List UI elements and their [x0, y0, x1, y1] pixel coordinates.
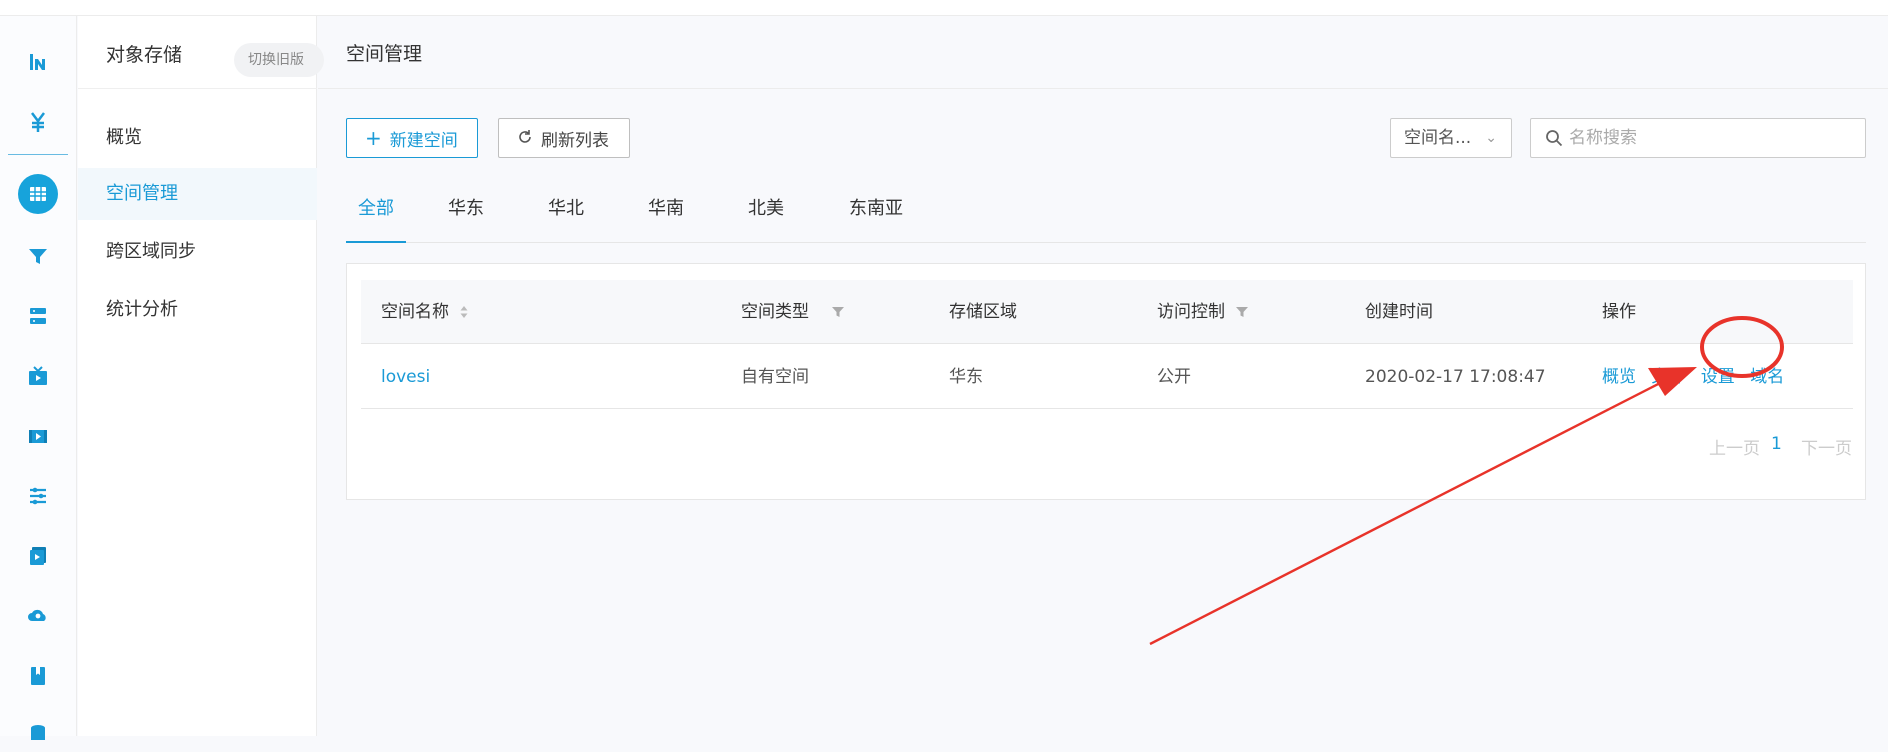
submenu-divider [78, 88, 317, 89]
bucket-name-link[interactable]: lovesi [381, 345, 430, 409]
bucket-table-card: 空间名称 空间类型 存储区域 访问控制 创建时间 操作 lovesi 自有空间 … [346, 263, 1866, 500]
column-header-type-label: 空间类型 [741, 302, 809, 322]
chevron-down-icon: ⌄ [1485, 130, 1497, 146]
search-box [1530, 118, 1866, 158]
column-header-type[interactable]: 空间类型 [741, 280, 845, 344]
logo-icon[interactable] [20, 44, 56, 80]
overview-action-link[interactable]: 概览 [1602, 367, 1636, 387]
column-header-region-label: 存储区域 [949, 302, 1017, 322]
page-title: 空间管理 [346, 43, 423, 65]
column-header-created: 创建时间 [1365, 280, 1433, 344]
sliders-icon[interactable] [20, 478, 56, 514]
plus-icon: + [365, 126, 382, 150]
filter-icon[interactable] [1235, 305, 1249, 319]
play-file-icon[interactable] [20, 538, 56, 574]
filter-icon[interactable] [831, 305, 845, 319]
prev-page-button[interactable]: 上一页 [1709, 434, 1760, 459]
settings-action-link[interactable]: 设置 [1701, 367, 1735, 387]
sidebar-item-overview[interactable]: 概览 [78, 112, 317, 164]
column-header-actions-label: 操作 [1602, 302, 1636, 322]
cloud-user-icon[interactable] [20, 598, 56, 634]
database-icon[interactable] [20, 716, 56, 752]
search-field-select-value: 空间名... [1404, 128, 1472, 148]
refresh-icon [517, 128, 533, 148]
column-header-created-label: 创建时间 [1365, 302, 1433, 322]
column-header-region: 存储区域 [949, 280, 1017, 344]
tv-icon[interactable] [20, 358, 56, 394]
search-field-select[interactable]: 空间名... ⌄ [1390, 118, 1512, 158]
tab-north-china[interactable]: 华北 [546, 188, 586, 243]
new-bucket-label: 新建空间 [389, 130, 458, 151]
main-content: 空间管理 + 新建空间 刷新列表 空间名... ⌄ 全部 华东 华北 华南 北美… [318, 16, 1888, 736]
bucket-access-cell: 公开 [1157, 367, 1191, 387]
submenu-panel: 对象存储 切换旧版 概览 空间管理 跨区域同步 统计分析 [78, 16, 324, 736]
sidebar-item-cross-region-sync[interactable]: 跨区域同步 [78, 226, 317, 278]
next-page-button[interactable]: 下一页 [1801, 434, 1852, 459]
column-header-actions: 操作 [1602, 280, 1636, 344]
column-header-name[interactable]: 空间名称 [381, 280, 469, 344]
tab-southeast-asia[interactable]: 东南亚 [846, 188, 906, 243]
sidebar-item-statistics[interactable]: 统计分析 [78, 284, 317, 336]
bookmark-icon[interactable] [20, 658, 56, 694]
funnel-icon[interactable] [20, 238, 56, 274]
sidebar-item-bucket-management[interactable]: 空间管理 [78, 168, 317, 220]
icon-rail [0, 16, 77, 740]
sort-icon[interactable] [459, 305, 469, 319]
column-header-name-label: 空间名称 [381, 302, 449, 322]
video-icon[interactable] [20, 418, 56, 454]
bucket-created-cell: 2020-02-17 17:08:47 [1365, 367, 1546, 387]
search-input[interactable] [1569, 128, 1859, 148]
yuan-icon[interactable] [20, 104, 56, 140]
bucket-type-cell: 自有空间 [741, 367, 809, 387]
tab-south-china[interactable]: 华南 [646, 188, 686, 243]
domain-action-link[interactable]: 域名 [1750, 367, 1784, 387]
new-bucket-button[interactable]: + 新建空间 [346, 118, 478, 158]
table-row: lovesi 自有空间 华东 公开 2020-02-17 17:08:47 概览… [361, 345, 1853, 409]
tab-north-america[interactable]: 北美 [746, 188, 786, 243]
storage-icon[interactable] [18, 174, 58, 214]
server-icon[interactable] [20, 298, 56, 334]
switch-old-version-button[interactable]: 切换旧版 [234, 43, 324, 77]
table-header: 空间名称 空间类型 存储区域 访问控制 创建时间 操作 [361, 280, 1853, 344]
column-header-access-label: 访问控制 [1157, 302, 1225, 322]
search-icon [1546, 130, 1563, 147]
bucket-actions-cell: 概览 文件 设置 域名 [1602, 345, 1794, 409]
refresh-list-button[interactable]: 刷新列表 [498, 118, 630, 158]
page-number-current[interactable]: 1 [1771, 434, 1782, 454]
title-divider [318, 88, 1888, 89]
tab-all[interactable]: 全部 [346, 188, 406, 243]
bucket-region-cell: 华东 [949, 367, 983, 387]
top-bar [0, 0, 1888, 16]
refresh-list-label: 刷新列表 [541, 130, 609, 151]
rail-divider [8, 154, 68, 155]
files-action-link[interactable]: 文件 [1651, 367, 1685, 387]
product-title: 对象存储 [106, 44, 183, 66]
region-tabs: 全部 华东 华北 华南 北美 东南亚 [346, 188, 1866, 243]
tab-east-china[interactable]: 华东 [446, 188, 486, 243]
column-header-access[interactable]: 访问控制 [1157, 280, 1249, 344]
